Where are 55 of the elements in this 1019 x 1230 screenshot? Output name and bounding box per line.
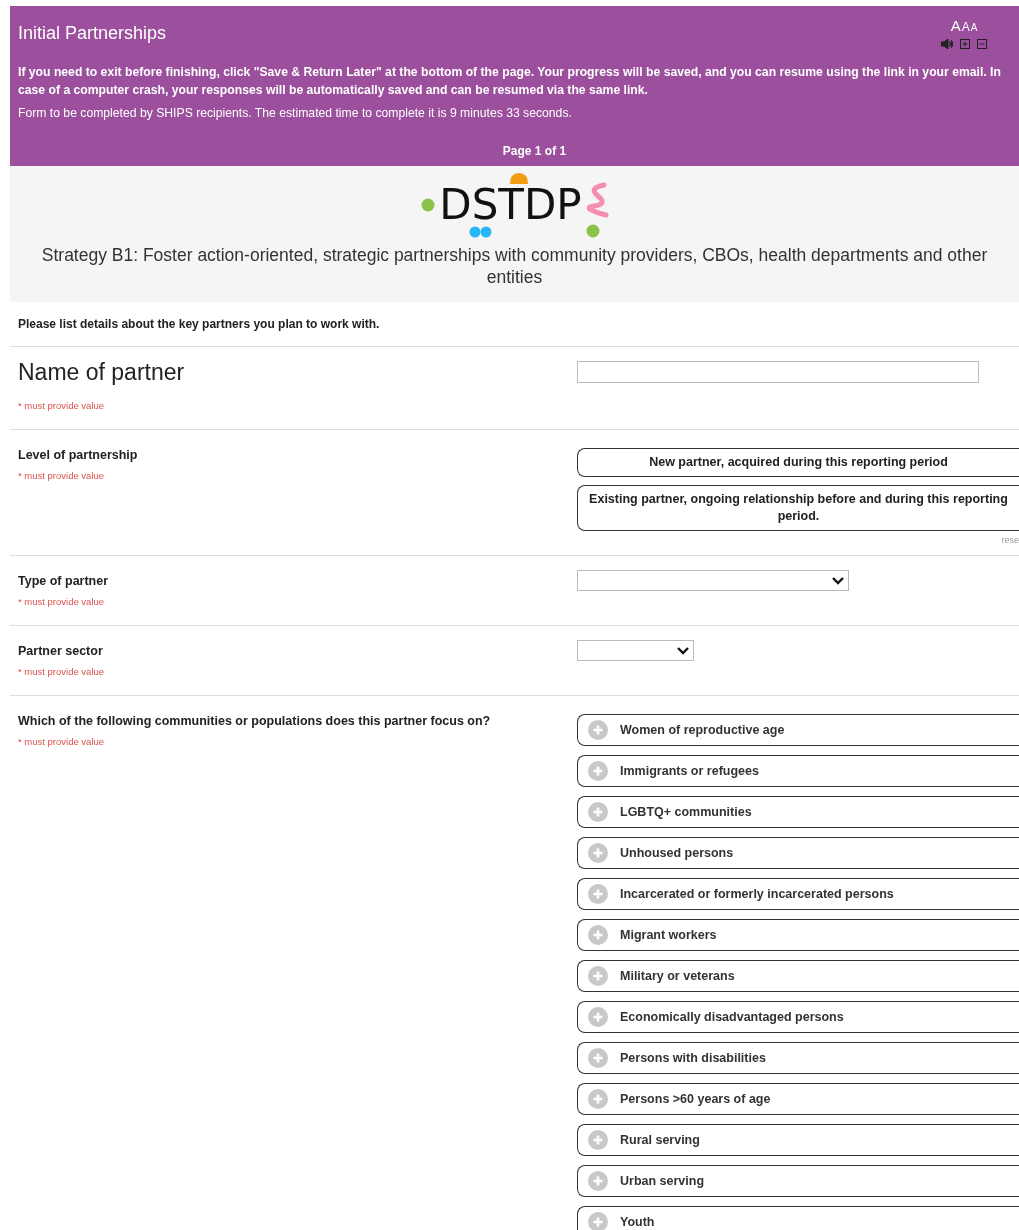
speaker-icon[interactable] bbox=[941, 39, 953, 49]
checkbox-option[interactable]: Military or veterans bbox=[577, 960, 1019, 992]
chevron-down-icon bbox=[677, 646, 689, 655]
text-size-button[interactable]: A bbox=[961, 21, 970, 33]
strategy-heading: Strategy B1: Foster action-oriented, strategic partnerships with community providers, CBOs, health departments and other entities bbox=[40, 244, 989, 288]
checkbox-option[interactable]: Persons with disabilities bbox=[577, 1042, 1019, 1074]
question-label: Type of partner bbox=[18, 574, 110, 588]
checkbox-option[interactable]: Migrant workers bbox=[577, 919, 1019, 951]
checkbox-option[interactable]: Youth bbox=[577, 1206, 1019, 1230]
plus-box-icon[interactable] bbox=[960, 39, 970, 49]
page-indicator: Page 1 of 1 bbox=[501, 144, 568, 158]
dropdown-field[interactable] bbox=[577, 570, 849, 591]
plus-circle-icon bbox=[588, 884, 608, 904]
intro-text: Please list details about the key partners you plan to work with. bbox=[10, 302, 1019, 347]
checkbox-option[interactable]: Women of reproductive age bbox=[577, 714, 1019, 746]
plus-circle-icon bbox=[588, 966, 608, 986]
minus-box-icon[interactable] bbox=[977, 39, 987, 49]
plus-circle-icon bbox=[588, 1130, 608, 1150]
required-note: * must provide value bbox=[18, 666, 106, 677]
checkbox-option[interactable]: Incarcerated or formerly incarcerated persons bbox=[577, 878, 1019, 910]
plus-circle-icon bbox=[588, 1048, 608, 1068]
checkbox-option[interactable]: LGBTQ+ communities bbox=[577, 796, 1019, 828]
required-note: * must provide value bbox=[18, 596, 106, 607]
plus-circle-icon bbox=[588, 1089, 608, 1109]
question-label: Name of partner bbox=[18, 359, 186, 386]
plus-circle-icon bbox=[588, 925, 608, 945]
notice-text: If you need to exit before finishing, click "Save & Return Later" at the bottom of the page. Your progress will be saved, and you can resume using the link in your email. In case of a computer crash, your responses will be automatically saved and can be resumed via the same link. bbox=[18, 64, 1002, 99]
estimate-text: Form to be completed by SHIPS recipients. The estimated time to complete it is 9 minutes 33 seconds. bbox=[18, 106, 573, 120]
checkbox-option[interactable]: Immigrants or refugees bbox=[577, 755, 1019, 787]
radio-option[interactable]: Existing partner, ongoing relationship before and during this reporting period. bbox=[577, 485, 1019, 531]
plus-circle-icon bbox=[588, 802, 608, 822]
question-label: Partner sector bbox=[18, 644, 104, 658]
required-note: * must provide value bbox=[18, 400, 106, 411]
dropdown-field[interactable] bbox=[577, 640, 694, 661]
text-size-button[interactable]: A bbox=[950, 18, 961, 33]
checkbox-option[interactable]: Rural serving bbox=[577, 1124, 1019, 1156]
plus-circle-icon bbox=[588, 1171, 608, 1191]
checkbox-option[interactable]: Persons >60 years of age bbox=[577, 1083, 1019, 1115]
plus-circle-icon bbox=[588, 720, 608, 740]
plus-circle-icon bbox=[588, 843, 608, 863]
form-title: Initial Partnerships bbox=[18, 23, 167, 44]
chevron-down-icon bbox=[832, 576, 844, 585]
checkbox-option[interactable]: Economically disadvantaged persons bbox=[577, 1001, 1019, 1033]
plus-circle-icon bbox=[588, 761, 608, 781]
question-label: Which of the following communities or populations does this partner focus on? bbox=[18, 714, 492, 728]
radio-option[interactable]: New partner, acquired during this reporting period bbox=[577, 448, 1019, 477]
required-note: * must provide value bbox=[18, 470, 106, 481]
logo-text: DSTDP bbox=[439, 184, 582, 226]
plus-circle-icon bbox=[588, 1007, 608, 1027]
text-size-button[interactable]: A bbox=[970, 23, 978, 33]
required-note: * must provide value bbox=[18, 736, 106, 747]
question-label: Level of partnership bbox=[18, 448, 139, 462]
checkbox-option[interactable]: Urban serving bbox=[577, 1165, 1019, 1197]
checkbox-option[interactable]: Unhoused persons bbox=[577, 837, 1019, 869]
text-input-field[interactable] bbox=[577, 361, 979, 383]
